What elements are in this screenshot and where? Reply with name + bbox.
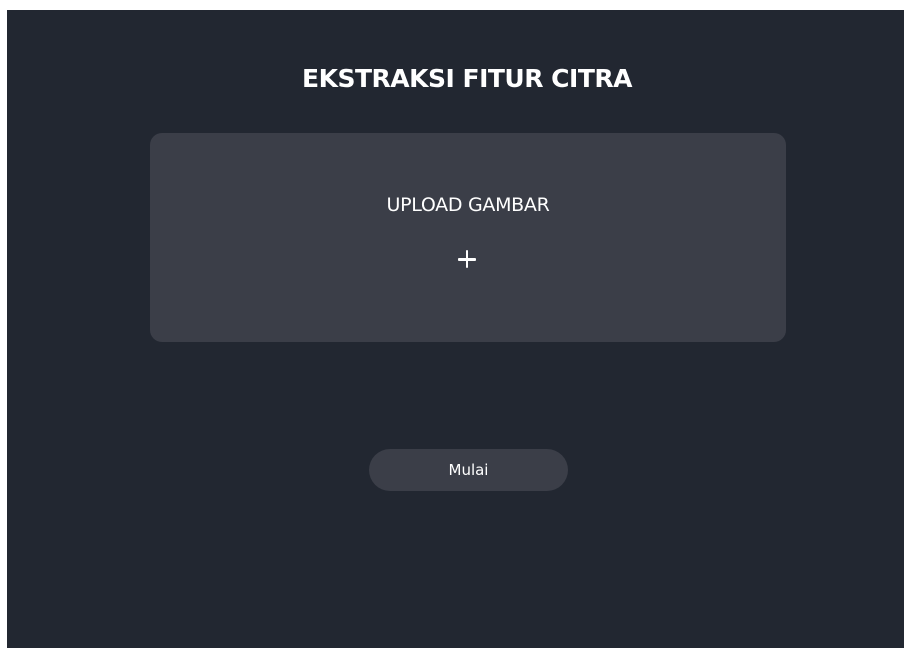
- upload-image-dropzone[interactable]: UPLOAD GAMBAR: [150, 133, 786, 342]
- app-window: EKSTRAKSI FITUR CITRA UPLOAD GAMBAR Mula…: [7, 10, 904, 648]
- plus-icon[interactable]: [458, 250, 476, 268]
- page-title: EKSTRAKSI FITUR CITRA: [302, 64, 632, 93]
- upload-label: UPLOAD GAMBAR: [386, 194, 550, 216]
- start-button[interactable]: Mulai: [369, 449, 568, 491]
